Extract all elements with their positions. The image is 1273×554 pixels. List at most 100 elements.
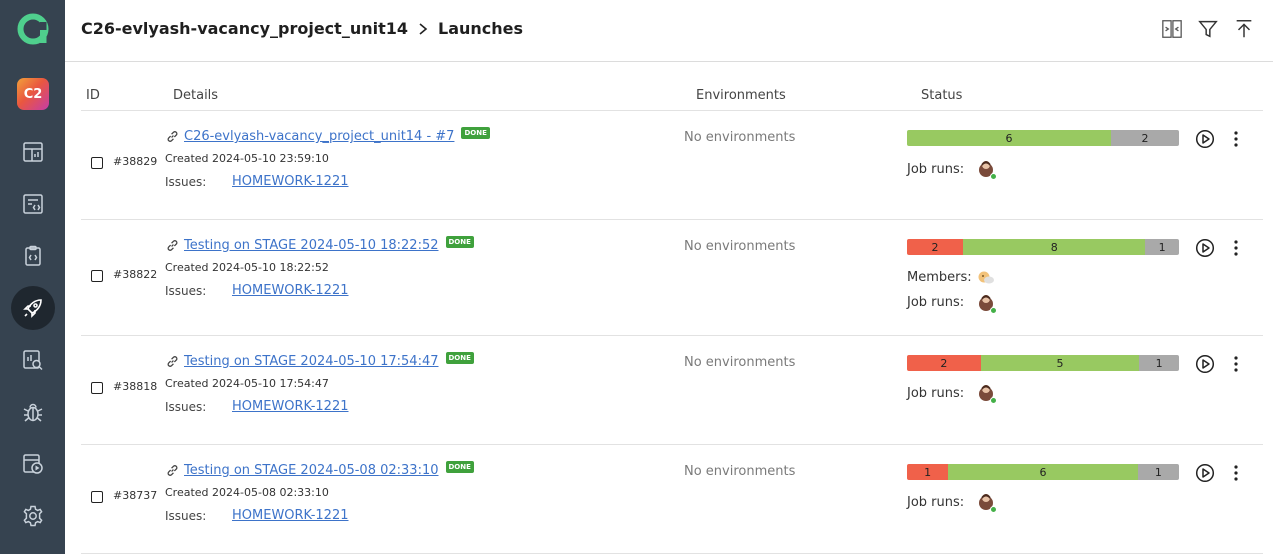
page-title: Launches (438, 19, 524, 38)
sidebar-item-settings[interactable] (11, 494, 55, 538)
more-vertical-icon[interactable] (1227, 238, 1245, 258)
page-header: C26-evlyash-vacancy_project_unit14 Launc… (65, 0, 1273, 62)
job-runs-label: Job runs: (907, 495, 965, 510)
avatar[interactable] (977, 382, 997, 404)
status-bar-failed[interactable]: 2 (907, 355, 981, 371)
status-bar-skipped[interactable]: 1 (1139, 355, 1179, 371)
sidebar-item-defects[interactable] (11, 390, 55, 434)
environments-value: No environments (684, 130, 796, 145)
table-row[interactable]: #38737 Testing on STAGE 2024-05-08 02:33… (81, 445, 1263, 554)
more-vertical-icon[interactable] (1227, 354, 1245, 374)
play-icon[interactable] (1195, 238, 1215, 258)
launch-id: #38737 (113, 489, 158, 502)
link-icon (167, 131, 178, 142)
status-bar-skipped[interactable]: 1 (1145, 239, 1179, 255)
avatar[interactable] (977, 268, 995, 288)
job-runs-label: Job runs: (907, 162, 965, 177)
table-row[interactable]: #38829 C26-evlyash-vacancy_project_unit1… (81, 111, 1263, 220)
breadcrumb: C26-evlyash-vacancy_project_unit14 Launc… (81, 19, 523, 38)
status-bar[interactable]: 2 5 1 (907, 355, 1179, 371)
row-checkbox[interactable] (91, 491, 103, 503)
status-bar-skipped[interactable]: 2 (1111, 130, 1179, 146)
compare-icon[interactable] (1159, 16, 1185, 42)
column-header-environments[interactable]: Environments (696, 88, 786, 103)
play-icon[interactable] (1195, 463, 1215, 483)
avatar[interactable] (977, 292, 997, 314)
sidebar: C2 (0, 0, 65, 554)
collapse-up-icon[interactable] (1231, 16, 1257, 42)
launches-table: ID Details Environments Status #38829 C2… (81, 80, 1263, 554)
launch-link[interactable]: C26-evlyash-vacancy_project_unit14 - #7 (184, 129, 454, 144)
link-icon (167, 356, 178, 367)
status-bar-failed[interactable]: 1 (907, 464, 949, 480)
environments-value: No environments (684, 239, 796, 254)
row-checkbox[interactable] (91, 157, 103, 169)
table-row[interactable]: #38822 Testing on STAGE 2024-05-10 18:22… (81, 220, 1263, 336)
row-checkbox[interactable] (91, 270, 103, 282)
launch-id: #38829 (113, 155, 158, 168)
online-indicator (990, 506, 997, 513)
column-header-details[interactable]: Details (173, 88, 218, 103)
issues-label: Issues: (165, 509, 207, 523)
launch-created: Created 2024-05-10 23:59:10 (165, 152, 329, 165)
status-bar-passed[interactable]: 6 (907, 130, 1111, 146)
issue-link[interactable]: HOMEWORK-1221 (232, 508, 349, 523)
link-icon (167, 240, 178, 251)
launch-title-line: Testing on STAGE 2024-05-10 18:22:52 DON… (165, 235, 474, 253)
more-vertical-icon[interactable] (1227, 129, 1245, 149)
status-bar[interactable]: 1 6 1 (907, 464, 1179, 480)
app-root: C2 C26-evlyash-vacancy_project_unit14 La… (0, 0, 1273, 554)
launch-title-line: Testing on STAGE 2024-05-10 17:54:47 DON… (165, 351, 474, 369)
table-row[interactable]: #38818 Testing on STAGE 2024-05-10 17:54… (81, 336, 1263, 445)
dashboard-icon (23, 142, 43, 162)
launch-title-line: C26-evlyash-vacancy_project_unit14 - #7 … (165, 126, 490, 144)
members-label: Members: (907, 270, 972, 285)
settings-icon (23, 505, 43, 527)
column-header-id[interactable]: ID (86, 88, 100, 103)
sidebar-item-test-cases[interactable] (11, 182, 55, 226)
play-icon[interactable] (1195, 354, 1215, 374)
breadcrumb-project[interactable]: C26-evlyash-vacancy_project_unit14 (81, 19, 408, 38)
filter-icon[interactable] (1195, 16, 1221, 42)
more-vertical-icon[interactable] (1227, 463, 1245, 483)
launch-created: Created 2024-05-10 17:54:47 (165, 377, 329, 390)
environments-value: No environments (684, 355, 796, 370)
column-header-status[interactable]: Status (921, 88, 962, 103)
launch-link[interactable]: Testing on STAGE 2024-05-10 17:54:47 (184, 354, 439, 369)
status-bar-passed[interactable]: 8 (963, 239, 1146, 255)
chevron-right-icon (418, 22, 428, 35)
launch-created: Created 2024-05-10 18:22:52 (165, 261, 329, 274)
sidebar-item-dashboards[interactable] (11, 130, 55, 174)
status-bar-skipped[interactable]: 1 (1137, 464, 1179, 480)
table-header: ID Details Environments Status (81, 80, 1263, 111)
row-checkbox[interactable] (91, 382, 103, 394)
avatar[interactable] (977, 158, 997, 180)
play-icon[interactable] (1195, 129, 1215, 149)
sidebar-item-launches[interactable] (11, 286, 55, 330)
status-bar-passed[interactable]: 5 (980, 355, 1140, 371)
issue-link[interactable]: HOMEWORK-1221 (232, 283, 349, 298)
issue-link[interactable]: HOMEWORK-1221 (232, 399, 349, 414)
avatar[interactable] (977, 491, 997, 513)
link-icon (167, 465, 178, 476)
status-bar-passed[interactable]: 6 (948, 464, 1138, 480)
launch-link[interactable]: Testing on STAGE 2024-05-08 02:33:10 (184, 463, 439, 478)
launch-created: Created 2024-05-08 02:33:10 (165, 486, 329, 499)
online-indicator (990, 307, 997, 314)
analytics-icon (23, 350, 43, 371)
issues-label: Issues: (165, 284, 207, 298)
app-logo-icon[interactable] (16, 12, 50, 46)
status-bar[interactable]: 2 8 1 (907, 239, 1179, 255)
sidebar-item-test-plans[interactable] (11, 234, 55, 278)
sidebar-item-jobs[interactable] (11, 442, 55, 486)
launch-link[interactable]: Testing on STAGE 2024-05-10 18:22:52 (184, 238, 439, 253)
test-plans-icon (25, 245, 41, 266)
status-bar-failed[interactable]: 2 (907, 239, 964, 255)
project-switcher-button[interactable]: C2 (17, 78, 49, 110)
status-bar[interactable]: 6 2 (907, 130, 1179, 146)
issues-label: Issues: (165, 175, 207, 189)
status-badge: DONE (461, 126, 490, 139)
job-runs-label: Job runs: (907, 295, 965, 310)
issue-link[interactable]: HOMEWORK-1221 (232, 174, 349, 189)
sidebar-item-analytics[interactable] (11, 338, 55, 382)
